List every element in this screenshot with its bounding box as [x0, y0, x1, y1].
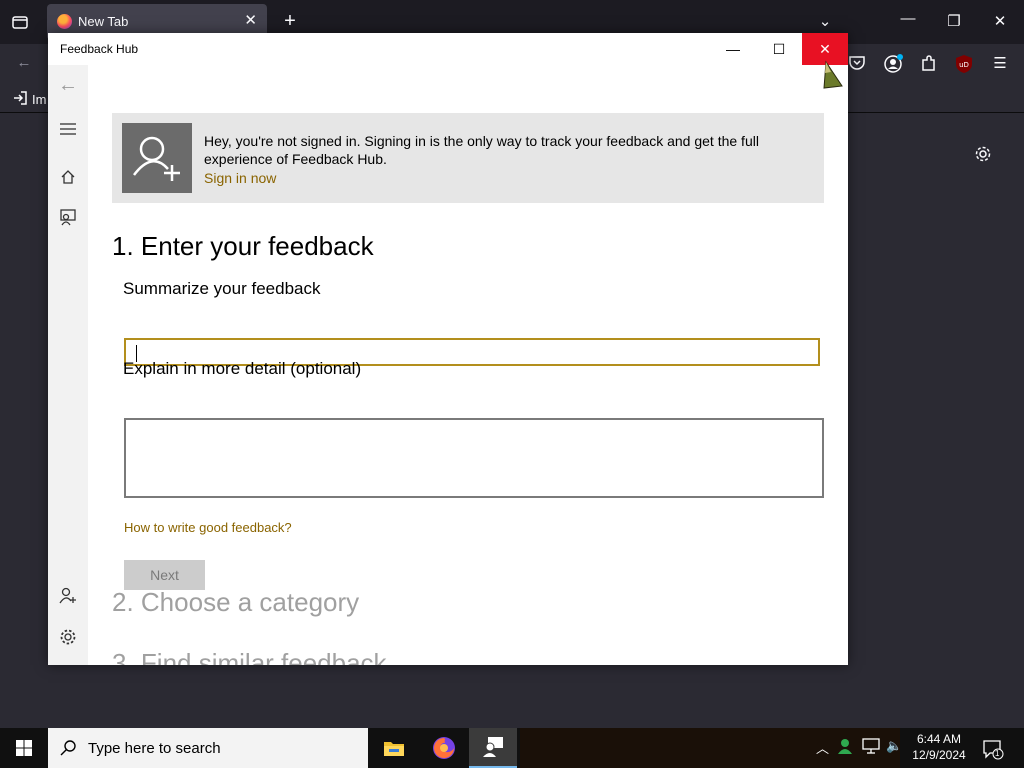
- sign-in-message: Hey, you're not signed in. Signing in is…: [204, 133, 759, 167]
- hamburger-menu-icon[interactable]: [48, 113, 88, 145]
- app-menu-icon[interactable]: ☰: [990, 54, 1010, 72]
- mouse-cursor-icon: [822, 60, 846, 90]
- detail-label: Explain in more detail (optional): [123, 359, 362, 378]
- tab-overview-icon[interactable]: [10, 13, 30, 33]
- feedback-hub-taskbar-icon[interactable]: [469, 728, 517, 768]
- sign-in-link[interactable]: Sign in now: [204, 170, 276, 186]
- account-icon[interactable]: [883, 54, 903, 74]
- taskbar-clock[interactable]: 6:44 AM 12/9/2024: [910, 731, 968, 763]
- home-icon[interactable]: [48, 161, 88, 193]
- page-settings-gear-icon[interactable]: [974, 145, 992, 163]
- back-arrow-icon[interactable]: ←: [14, 54, 34, 71]
- ublock-origin-icon[interactable]: uD: [954, 54, 974, 74]
- notification-count-badge: 1: [995, 749, 1000, 758]
- maximize-button[interactable]: ☐: [756, 33, 802, 65]
- file-explorer-icon[interactable]: [370, 728, 418, 768]
- clock-date: 12/9/2024: [912, 748, 966, 762]
- detail-textarea[interactable]: [124, 418, 824, 498]
- window-title: Feedback Hub: [60, 42, 139, 56]
- window-title-bar[interactable]: Feedback Hub — ☐ ✕: [48, 33, 848, 65]
- feedback-hub-window: Feedback Hub — ☐ ✕ ← Hey, you're not sig…: [48, 33, 848, 665]
- windows-start-icon[interactable]: [0, 728, 48, 768]
- add-user-icon[interactable]: [48, 579, 88, 611]
- next-button[interactable]: Next: [124, 560, 205, 590]
- taskbar-search-box[interactable]: Type here to search: [48, 728, 368, 768]
- clock-time: 6:44 AM: [916, 732, 962, 746]
- browser-close-button[interactable]: ✕: [990, 12, 1010, 30]
- tab-list-chevron-icon[interactable]: ⌄: [815, 12, 835, 30]
- navigation-rail: ←: [48, 65, 88, 665]
- taskbar: Type here to search ︿ 🔈 6:44 AM 12/9/202…: [0, 728, 1024, 768]
- extensions-icon[interactable]: [919, 54, 939, 74]
- back-arrow-icon[interactable]: ←: [48, 69, 88, 101]
- summary-label: Summarize your feedback: [123, 279, 321, 298]
- network-icon[interactable]: [862, 738, 880, 757]
- browser-restore-button[interactable]: ❐: [944, 12, 964, 30]
- notification-center-icon[interactable]: 1: [982, 738, 1004, 760]
- step1-heading: 1. Enter your feedback: [112, 231, 374, 261]
- new-tab-button[interactable]: +: [280, 10, 300, 33]
- svg-text:uD: uD: [959, 61, 969, 69]
- step2-heading: 2. Choose a category: [112, 587, 360, 617]
- firefox-favicon-icon: [57, 14, 72, 29]
- pocket-icon[interactable]: [848, 55, 866, 71]
- browser-minimize-button[interactable]: —: [898, 10, 918, 27]
- volume-icon[interactable]: 🔈: [886, 738, 902, 754]
- import-bookmarks-label[interactable]: Im: [32, 92, 46, 107]
- minimize-button[interactable]: —: [710, 33, 756, 65]
- show-hidden-icons-chevron-icon[interactable]: ︿: [816, 738, 829, 757]
- search-placeholder: Type here to search: [88, 740, 221, 757]
- main-content: Hey, you're not signed in. Signing in is…: [88, 65, 848, 665]
- browser-tab-title: New Tab: [78, 14, 129, 29]
- add-user-avatar-icon: [122, 123, 192, 193]
- sign-in-banner: Hey, you're not signed in. Signing in is…: [112, 113, 824, 203]
- import-bookmarks-icon[interactable]: [13, 91, 27, 105]
- settings-icon[interactable]: [48, 621, 88, 653]
- feedback-icon[interactable]: [48, 201, 88, 233]
- user-status-tray-icon[interactable]: [838, 737, 854, 758]
- search-icon: [60, 739, 78, 757]
- firefox-icon[interactable]: [420, 728, 468, 768]
- step3-heading: 3. Find similar feedback: [112, 648, 387, 665]
- close-tab-icon[interactable]: ✕: [244, 11, 257, 29]
- how-to-write-feedback-link[interactable]: How to write good feedback?: [124, 520, 292, 535]
